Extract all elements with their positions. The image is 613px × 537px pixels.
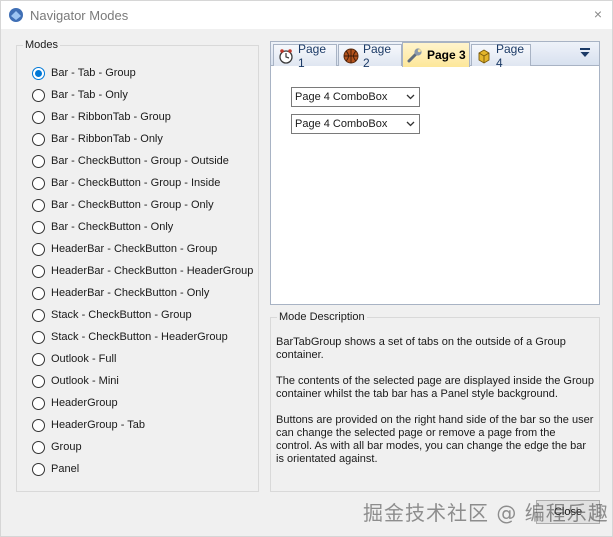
dropdown-menu-icon[interactable]	[579, 47, 591, 59]
app-icon	[9, 8, 23, 22]
radio-button[interactable]	[32, 176, 45, 190]
mode-option-label: Outlook - Full	[51, 353, 117, 365]
mode-option-label: Outlook - Mini	[51, 375, 119, 387]
mode-option-label: Bar - CheckButton - Group - Inside	[51, 177, 221, 189]
mode-option-12[interactable]: Stack - CheckButton - Group	[32, 307, 192, 323]
mode-option-label: Stack - CheckButton - HeaderGroup	[51, 331, 228, 343]
mode-option-label: Bar - RibbonTab - Only	[51, 133, 163, 145]
tab-page-1[interactable]: Page 1	[273, 42, 337, 70]
mode-option-10[interactable]: HeaderBar - CheckButton - HeaderGroup	[32, 263, 253, 279]
page-combobox-1[interactable]: Page 4 ComboBox	[291, 87, 420, 107]
box-icon	[478, 48, 490, 64]
mode-option-7[interactable]: Bar - CheckButton - Group - Only	[32, 197, 214, 213]
mode-option-label: Bar - CheckButton - Only	[51, 221, 174, 233]
description-paragraph: The contents of the selected page are di…	[276, 375, 594, 400]
mode-description-caption: Mode Description	[277, 311, 367, 323]
basketball-icon	[343, 48, 359, 63]
window-close-icon[interactable]: ×	[594, 7, 602, 21]
mode-option-2[interactable]: Bar - Tab - Only	[32, 87, 128, 103]
mode-option-label: Group	[51, 441, 82, 453]
radio-button[interactable]	[32, 264, 45, 278]
navigator-modes-window: Navigator Modes × Modes Bar - Tab - Grou…	[0, 0, 613, 537]
tab-page-2[interactable]: Page 2	[338, 42, 402, 70]
radio-button[interactable]	[32, 440, 45, 454]
mode-option-11[interactable]: HeaderBar - CheckButton - Only	[32, 285, 209, 301]
mode-option-5[interactable]: Bar - CheckButton - Group - Outside	[32, 153, 229, 169]
radio-button[interactable]	[32, 374, 45, 388]
mode-option-label: Bar - Tab - Group	[51, 67, 136, 79]
radio-button[interactable]	[32, 418, 45, 432]
tab-page-3[interactable]: Page 3	[402, 42, 470, 67]
mode-description-group: Mode Description BarTabGroup shows a set…	[270, 311, 600, 492]
mode-option-label: Stack - CheckButton - Group	[51, 309, 192, 321]
mode-option-label: Bar - CheckButton - Group - Outside	[51, 155, 229, 167]
mode-option-3[interactable]: Bar - RibbonTab - Group	[32, 109, 171, 125]
radio-button[interactable]	[32, 330, 45, 344]
mode-option-1[interactable]: Bar - Tab - Group	[32, 65, 136, 81]
page-combobox-2[interactable]: Page 4 ComboBox	[291, 114, 420, 134]
mode-option-6[interactable]: Bar - CheckButton - Group - Inside	[32, 175, 220, 191]
mode-option-label: HeaderGroup - Tab	[51, 419, 145, 431]
radio-button[interactable]	[32, 198, 45, 212]
radio-button[interactable]	[32, 286, 45, 300]
radio-button[interactable]	[32, 110, 45, 124]
description-paragraph: BarTabGroup shows a set of tabs on the o…	[276, 336, 566, 361]
title-bar[interactable]: Navigator Modes ×	[1, 1, 612, 29]
mode-option-label: Bar - CheckButton - Group - Only	[51, 199, 214, 211]
mode-option-18[interactable]: Group	[32, 439, 82, 455]
combobox-value: Page 4 ComboBox	[295, 91, 388, 103]
radio-button[interactable]	[32, 154, 45, 168]
mode-option-label: HeaderBar - CheckButton - HeaderGroup	[51, 265, 254, 277]
clock-icon	[279, 48, 293, 64]
tab-label: Page 2	[363, 41, 392, 70]
radio-button[interactable]	[32, 396, 45, 410]
modes-caption: Modes	[23, 39, 61, 51]
description-paragraph: Buttons are provided on the right hand s…	[276, 414, 594, 465]
mode-description-text: BarTabGroup shows a set of tabs on the o…	[276, 336, 594, 479]
mode-option-label: HeaderBar - CheckButton - Group	[51, 243, 218, 255]
combobox-value: Page 4 ComboBox	[295, 118, 388, 130]
tab-label: Page 3	[427, 48, 466, 62]
watermark: 掘金技术社区 @ 编程乐趣	[363, 501, 609, 525]
mode-option-15[interactable]: Outlook - Mini	[32, 373, 119, 389]
chevron-down-icon	[406, 94, 415, 100]
mode-option-13[interactable]: Stack - CheckButton - HeaderGroup	[32, 329, 228, 345]
radio-button[interactable]	[32, 352, 45, 366]
mode-option-19[interactable]: Panel	[32, 461, 79, 477]
tab-bar: Page 1 Page 2 Page 3 Page 4	[271, 42, 599, 70]
tab-label: Page 4	[496, 41, 525, 70]
modes-group: Modes Bar - Tab - Group Bar - Tab - Only B…	[16, 39, 259, 492]
mode-option-label: Bar - RibbonTab - Group	[51, 111, 171, 123]
mode-option-8[interactable]: Bar - CheckButton - Only	[32, 219, 173, 235]
mode-option-16[interactable]: HeaderGroup	[32, 395, 118, 411]
wrench-icon	[407, 48, 422, 63]
tab-label: Page 1	[298, 41, 327, 70]
radio-button[interactable]	[32, 88, 45, 102]
mode-option-14[interactable]: Outlook - Full	[32, 351, 116, 367]
page-3-content: Page 4 ComboBox Page 4 ComboBox	[271, 67, 599, 304]
window-title: Navigator Modes	[30, 7, 129, 23]
mode-option-label: HeaderGroup	[51, 397, 118, 409]
chevron-down-icon	[406, 121, 415, 127]
mode-option-label: Bar - Tab - Only	[51, 89, 128, 101]
mode-option-label: HeaderBar - CheckButton - Only	[51, 287, 210, 299]
radio-button[interactable]	[32, 308, 45, 322]
radio-button[interactable]	[32, 66, 45, 80]
radio-button[interactable]	[32, 242, 45, 256]
radio-button[interactable]	[32, 462, 45, 476]
radio-button[interactable]	[32, 132, 45, 146]
navigator-control: Page 1 Page 2 Page 3 Page 4 Page 4 Combo…	[270, 41, 600, 305]
mode-option-9[interactable]: HeaderBar - CheckButton - Group	[32, 241, 217, 257]
radio-button[interactable]	[32, 220, 45, 234]
mode-option-17[interactable]: HeaderGroup - Tab	[32, 417, 145, 433]
tab-page-4[interactable]: Page 4	[471, 42, 531, 70]
mode-option-label: Panel	[51, 463, 80, 475]
mode-option-4[interactable]: Bar - RibbonTab - Only	[32, 131, 163, 147]
